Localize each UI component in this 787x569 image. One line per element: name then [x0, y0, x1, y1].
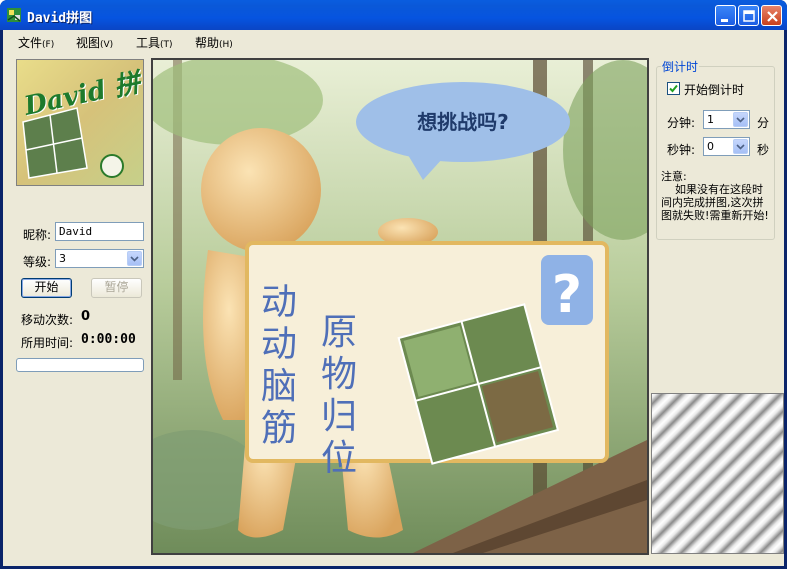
menu-help-accel: (H)	[219, 40, 233, 50]
nickname-field[interactable]: David	[55, 222, 144, 241]
sign-mark: ?	[552, 265, 582, 325]
chevron-down-icon[interactable]	[127, 251, 142, 266]
puzzle-image[interactable]: 想挑战吗? ?	[153, 60, 647, 553]
preview-panel	[651, 393, 784, 554]
bubble-text: 想挑战吗?	[417, 110, 509, 134]
app-icon	[7, 8, 21, 22]
menu-bar: 文件(F) 视图(V) 工具(T) 帮助(H)	[3, 30, 784, 53]
menu-tools[interactable]: 工具(T)	[136, 34, 173, 51]
note-body: 如果没有在这段时间内完成拼图,这次拼图就失败!需重新开始!	[661, 183, 769, 222]
close-icon	[767, 11, 778, 22]
seconds-select-value: 0	[707, 140, 714, 153]
app-window: David拼图 文件(F) 视图(V) 工具(T) 帮助(H) David 拼 …	[0, 0, 787, 569]
pause-button[interactable]: 暂停	[91, 278, 142, 298]
menu-file-label: 文件	[18, 36, 43, 50]
menu-tools-label: 工具	[136, 36, 161, 50]
menu-file-accel: (F)	[42, 40, 55, 50]
maximize-button[interactable]	[738, 5, 759, 26]
moves-label: 移动次数:	[21, 313, 74, 327]
countdown-group-title: 倒计时	[661, 58, 700, 75]
sign-column-2: 原物归位	[321, 312, 358, 479]
right-panel: 倒计时 开始倒计时 分钟: 1 分 秒钟: 0 秒 注意: 如果没有在这段时间内…	[651, 53, 784, 393]
menu-help[interactable]: 帮助(H)	[195, 34, 233, 51]
seconds-unit: 秒	[757, 143, 770, 157]
countdown-group: 倒计时 开始倒计时 分钟: 1 分 秒钟: 0 秒 注意: 如果没有在这段时间内…	[656, 58, 775, 240]
minimize-button[interactable]	[715, 5, 736, 26]
level-label: 等级:	[23, 255, 52, 269]
countdown-checkbox[interactable]	[667, 82, 680, 95]
nickname-label: 昵称:	[23, 228, 52, 242]
minutes-label: 分钟:	[667, 116, 696, 130]
minutes-select-value: 1	[707, 113, 714, 126]
level-select[interactable]: 3	[55, 249, 144, 268]
countdown-note: 注意: 如果没有在这段时间内完成拼图,这次拼图就失败!需重新开始!	[661, 170, 773, 222]
maximize-icon	[743, 10, 755, 22]
menu-help-label: 帮助	[195, 36, 220, 50]
minimize-icon	[721, 19, 728, 22]
countdown-checkbox-label: 开始倒计时	[684, 83, 745, 97]
menu-view[interactable]: 视图(V)	[76, 34, 113, 51]
time-label: 所用时间:	[21, 336, 74, 350]
chevron-down-icon[interactable]	[733, 139, 748, 154]
close-button[interactable]	[761, 5, 782, 26]
time-value: 0:00:00	[81, 332, 136, 347]
start-button[interactable]: 开始	[21, 278, 72, 298]
seconds-select[interactable]: 0	[703, 137, 750, 156]
level-select-value: 3	[59, 252, 66, 265]
sign-column-1: 动动脑筋	[261, 282, 298, 449]
puzzle-board[interactable]: 想挑战吗? ? 动动脑筋 原物归位	[151, 58, 649, 555]
menu-tools-accel: (T)	[160, 40, 173, 50]
progress-bar	[16, 358, 144, 372]
chevron-down-icon[interactable]	[733, 112, 748, 127]
left-panel: David 拼 昵称: David 等级: 3 开始 暂停 移动次数: 0 所用…	[3, 53, 149, 565]
check-icon	[669, 84, 678, 93]
menu-view-label: 视图	[76, 36, 101, 50]
seconds-label: 秒钟:	[667, 143, 696, 157]
menu-file[interactable]: 文件(F)	[18, 34, 54, 51]
client-area: 文件(F) 视图(V) 工具(T) 帮助(H) David 拼 昵称: Davi…	[3, 30, 784, 566]
moves-value: 0	[81, 309, 91, 324]
note-title: 注意:	[661, 170, 687, 183]
minutes-unit: 分	[757, 116, 770, 130]
window-title: David拼图	[27, 11, 93, 26]
minutes-select[interactable]: 1	[703, 110, 750, 129]
app-logo: David 拼	[16, 59, 144, 186]
menu-view-accel: (V)	[100, 40, 114, 50]
title-bar[interactable]: David拼图	[0, 0, 787, 30]
